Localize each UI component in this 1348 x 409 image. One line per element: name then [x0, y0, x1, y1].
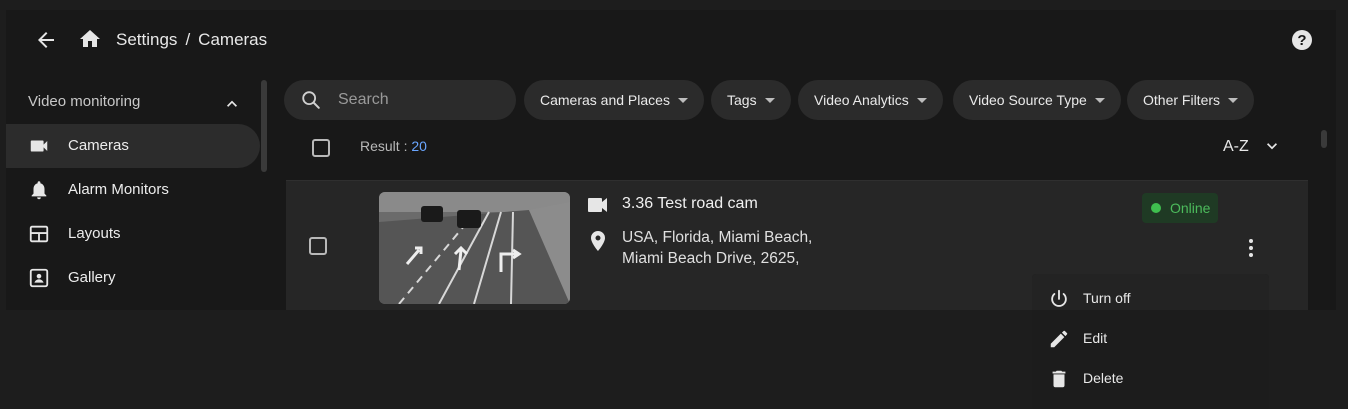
address-line: Miami Beach Drive, 2625,: [622, 250, 800, 267]
chevron-up-icon[interactable]: [222, 94, 242, 114]
result-label: Result :: [360, 138, 412, 154]
more-vertical-icon[interactable]: [1241, 236, 1261, 260]
search-box[interactable]: [284, 80, 516, 120]
caret-down-icon: [1094, 97, 1105, 103]
filter-label: Video Analytics: [814, 92, 909, 108]
svg-text:?: ?: [1297, 32, 1306, 49]
camera-context-menu: Turn off Edit Delete: [1032, 274, 1269, 409]
result-number: 20: [411, 138, 427, 154]
sidebar-section-title[interactable]: Video monitoring: [28, 93, 140, 110]
sidebar: Video monitoring Cameras Alarm Monitors …: [6, 80, 266, 310]
search-icon: [302, 91, 320, 109]
settings-window: Settings / Cameras ? Video monitoring Ca…: [6, 10, 1336, 310]
filter-tags[interactable]: Tags: [711, 80, 791, 120]
result-count: Result : 20: [360, 138, 427, 154]
home-icon[interactable]: [78, 27, 102, 51]
sort-label[interactable]: A-Z: [1223, 138, 1249, 156]
caret-down-icon: [1228, 97, 1239, 103]
menu-item-edit[interactable]: Edit: [1032, 319, 1269, 359]
menu-item-label: Delete: [1083, 370, 1124, 386]
sidebar-item-gallery[interactable]: Gallery: [6, 256, 260, 300]
videocam-icon: [588, 198, 607, 212]
sidebar-item-layouts[interactable]: Layouts: [6, 212, 260, 256]
sidebar-item-label: Cameras: [68, 137, 129, 154]
menu-item-label: Turn off: [1083, 290, 1131, 306]
sidebar-scrollbar[interactable]: [261, 80, 267, 172]
menu-item-delete[interactable]: Delete: [1032, 359, 1269, 399]
camera-thumbnail[interactable]: [379, 192, 570, 304]
status-label: Online: [1170, 200, 1211, 216]
help-icon[interactable]: ?: [1290, 28, 1314, 52]
breadcrumb-separator: /: [185, 30, 191, 49]
filter-video-analytics[interactable]: Video Analytics: [798, 80, 943, 120]
filter-label: Tags: [727, 92, 757, 108]
filter-label: Cameras and Places: [540, 92, 670, 108]
breadcrumb-settings[interactable]: Settings: [116, 30, 177, 50]
filter-label: Video Source Type: [969, 92, 1087, 108]
filter-cameras-and-places[interactable]: Cameras and Places: [524, 80, 704, 120]
status-badge: Online: [1142, 193, 1219, 223]
menu-item-label: Edit: [1083, 330, 1108, 346]
sidebar-item-alarm-monitors[interactable]: Alarm Monitors: [6, 168, 260, 212]
header: Settings / Cameras ?: [6, 10, 1336, 70]
search-input[interactable]: [338, 89, 508, 111]
filter-video-source-type[interactable]: Video Source Type: [953, 80, 1121, 120]
address-line: USA, Florida, Miami Beach,: [622, 229, 813, 246]
caret-down-icon: [916, 97, 927, 103]
main-scrollbar[interactable]: [1321, 130, 1327, 148]
back-arrow-icon[interactable]: [34, 28, 58, 52]
camera-address: USA, Florida, Miami Beach, Miami Beach D…: [622, 227, 812, 269]
location-pin-icon: [591, 231, 605, 251]
camera-checkbox[interactable]: [309, 237, 327, 255]
filter-other-filters[interactable]: Other Filters: [1127, 80, 1255, 120]
status-dot-icon: [1151, 203, 1161, 213]
menu-item-turn-off[interactable]: Turn off: [1032, 279, 1269, 319]
sidebar-item-label: Gallery: [68, 269, 116, 286]
select-all-checkbox[interactable]: [312, 139, 330, 157]
filter-label: Other Filters: [1143, 92, 1221, 108]
breadcrumb-cameras: Cameras: [198, 30, 268, 49]
sidebar-item-label: Layouts: [68, 225, 121, 242]
videocam-icon: [30, 140, 48, 152]
caret-down-icon: [677, 97, 688, 103]
trash-icon: [1052, 370, 1066, 388]
sidebar-item-label: Alarm Monitors: [68, 181, 169, 198]
camera-name[interactable]: 3.36 Test road cam: [622, 195, 758, 213]
caret-down-icon: [764, 97, 775, 103]
breadcrumb: Settings / Cameras: [116, 30, 267, 50]
road-preview-image: [379, 192, 570, 304]
image-icon: [29, 268, 49, 288]
power-icon: [1051, 289, 1067, 307]
bell-icon: [31, 181, 47, 200]
chevron-down-icon[interactable]: [1262, 136, 1282, 156]
sidebar-item-cameras[interactable]: Cameras: [6, 124, 260, 168]
pencil-icon: [1050, 330, 1068, 348]
layout-grid-icon: [29, 225, 49, 243]
